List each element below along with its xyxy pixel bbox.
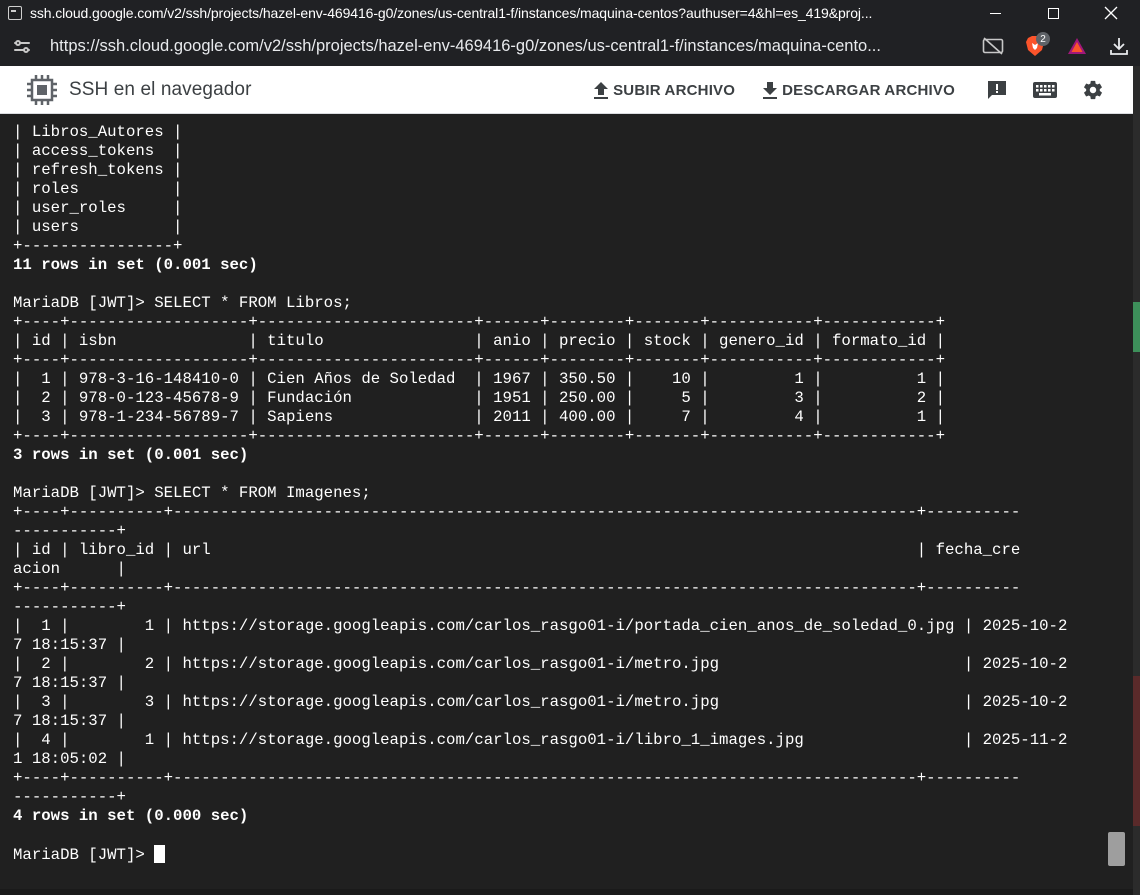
brave-rewards-button[interactable] (1056, 26, 1098, 66)
address-bar: https://ssh.cloud.google.com/v2/ssh/proj… (0, 26, 1140, 66)
terminal-line: -----------+ (13, 788, 126, 806)
terminal-line: 7 18:15:37 | (13, 674, 126, 692)
chip-icon (27, 74, 57, 105)
maximize-button[interactable] (1024, 0, 1082, 26)
terminal-line: MariaDB [JWT]> SELECT * FROM Libros; (13, 294, 352, 312)
maximize-icon (1047, 7, 1059, 19)
download-file-button[interactable]: DESCARGAR ARCHIVO (753, 66, 963, 114)
terminal-prompt-line[interactable]: MariaDB [JWT]> (13, 845, 1067, 864)
close-button[interactable] (1082, 0, 1140, 26)
terminal-line: | 2 | 2 | https://storage.googleapis.com… (13, 655, 1068, 673)
terminal-line: acion | (13, 560, 126, 578)
terminal-line: 1 18:05:02 | (13, 750, 126, 768)
terminal-line: | 3 | 978-1-234-56789-7 | Sapiens | 2011… (13, 408, 945, 426)
upload-icon (594, 82, 609, 99)
upload-file-label: SUBIR ARCHIVO (613, 81, 736, 99)
terminal-line: | Libros_Autores | (13, 123, 183, 141)
keyboard-icon (1033, 82, 1057, 98)
terminal-line: -----------+ (13, 598, 126, 616)
terminal-line: | access_tokens | (13, 142, 183, 160)
app-title: SSH en el navegador (69, 78, 252, 100)
terminal-line: +----+-------------------+--------------… (13, 427, 945, 445)
terminal-line: +----+-------------------+--------------… (13, 313, 945, 331)
terminal-line: MariaDB [JWT]> SELECT * FROM Imagenes; (13, 484, 371, 502)
terminal-line: | 2 | 978-0-123-45678-9 | Fundación | 19… (13, 389, 945, 407)
feedback-icon (988, 81, 1006, 99)
close-icon (1104, 6, 1118, 20)
brave-rewards-triangle-icon (1068, 38, 1086, 54)
terminal-line: +----+-------------------+--------------… (13, 351, 945, 369)
window-title: ssh.cloud.google.com/v2/ssh/projects/haz… (30, 5, 873, 21)
download-icon (763, 82, 778, 99)
terminal-line: | id | libro_id | url | fecha_cre (13, 541, 1021, 559)
upload-file-button[interactable]: SUBIR ARCHIVO (584, 66, 743, 114)
terminal-line: 7 18:15:37 | (13, 636, 126, 654)
site-settings-icon[interactable] (14, 37, 32, 55)
brave-shields-button[interactable]: 2 (1014, 26, 1056, 66)
download-file-label: DESCARGAR ARCHIVO (782, 81, 955, 99)
terminal-line: +----+----------+-----------------------… (13, 769, 1021, 787)
background-window-edge (1133, 66, 1140, 895)
window-controls (966, 0, 1140, 26)
ssh-app-header: SSH en el navegador SUBIR ARCHIVO DESCAR… (0, 66, 1133, 114)
media-off-icon (982, 37, 1004, 55)
gear-icon (1084, 80, 1102, 100)
header-actions: SUBIR ARCHIVO DESCARGAR ARCHIVO (584, 66, 1133, 114)
background-window-bottom (0, 889, 1133, 895)
terminal-line: +----+----------+-----------------------… (13, 503, 1021, 521)
download-icon (1110, 38, 1128, 55)
terminal-line: | user_roles | (13, 199, 183, 217)
feedback-button[interactable] (973, 66, 1021, 114)
address-bar-icons: 2 (972, 26, 1140, 66)
terminal-line: 11 rows in set (0.001 sec) (13, 256, 258, 274)
minimize-button[interactable] (966, 0, 1024, 26)
terminal-cursor (154, 845, 166, 863)
terminal-line: | 4 | 1 | https://storage.googleapis.com… (13, 731, 1068, 749)
keyboard-button[interactable] (1021, 66, 1069, 114)
terminal-line: +----+----------+-----------------------… (13, 579, 1021, 597)
terminal-line: | refresh_tokens | (13, 161, 183, 179)
downloads-button[interactable] (1098, 26, 1140, 66)
terminal-output: | Libros_Autores | | access_tokens | | ref… (13, 123, 1067, 864)
shields-count-badge: 2 (1036, 32, 1050, 46)
terminal-prompt: MariaDB [JWT]> (13, 846, 155, 864)
media-cast-button[interactable] (972, 26, 1014, 66)
terminal-line: 4 rows in set (0.000 sec) (13, 807, 249, 825)
terminal-line: | roles | (13, 180, 183, 198)
terminal-line: +----------------+ (13, 237, 183, 255)
app-window-icon (8, 6, 22, 20)
terminal[interactable]: | Libros_Autores | | access_tokens | | ref… (0, 115, 1133, 895)
terminal-line: -----------+ (13, 522, 126, 540)
settings-button[interactable] (1069, 66, 1117, 114)
terminal-line: | 1 | 1 | https://storage.googleapis.com… (13, 617, 1068, 635)
terminal-line: | 1 | 978-3-16-148410-0 | Cien Años de S… (13, 370, 945, 388)
terminal-line: | id | isbn | titulo | anio | precio | s… (13, 332, 945, 350)
url-field[interactable]: https://ssh.cloud.google.com/v2/ssh/proj… (50, 37, 945, 56)
terminal-line: 3 rows in set (0.001 sec) (13, 446, 249, 464)
minimize-icon (989, 12, 1001, 14)
terminal-scrollbar[interactable] (1108, 832, 1125, 866)
window-title-bar: ssh.cloud.google.com/v2/ssh/projects/haz… (0, 0, 1140, 26)
terminal-line: 7 18:15:37 | (13, 712, 126, 730)
terminal-line: | users | (13, 218, 183, 236)
terminal-line: | 3 | 3 | https://storage.googleapis.com… (13, 693, 1068, 711)
